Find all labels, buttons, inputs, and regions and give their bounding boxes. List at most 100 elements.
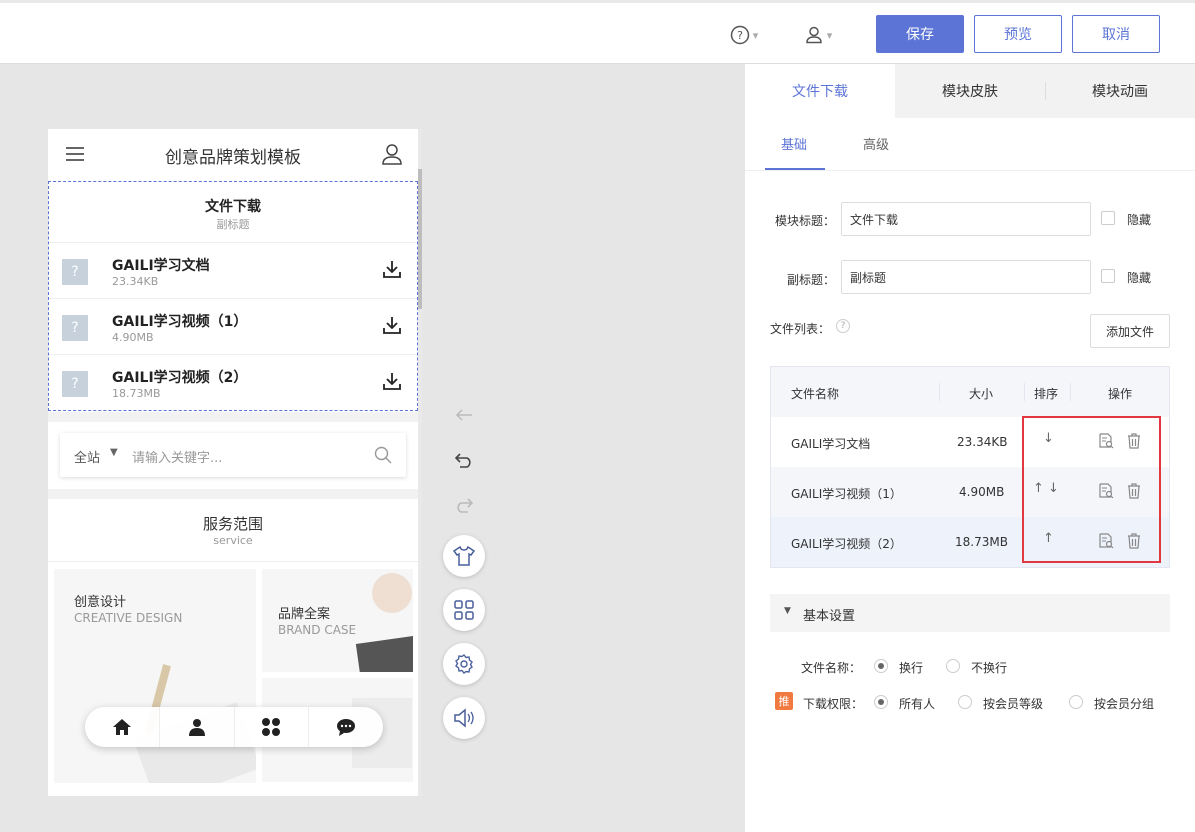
tab-module-animation[interactable]: 模块动画 xyxy=(1045,64,1195,118)
file-name-cell: GAILI学习文档 xyxy=(791,437,871,451)
file-unknown-icon: ? xyxy=(62,259,88,285)
save-button[interactable]: 保存 xyxy=(876,15,964,53)
table-header: 文件名称 大小 排序 操作 xyxy=(771,367,1169,417)
basic-settings-header[interactable]: ▼ 基本设置 xyxy=(770,594,1170,632)
add-file-button[interactable]: 添加文件 xyxy=(1090,314,1170,348)
file-size-cell: 23.34KB xyxy=(957,435,1008,449)
service-card[interactable]: 创意设计 CREATIVE DESIGN xyxy=(54,569,256,783)
column-header: 大小 xyxy=(969,387,994,401)
basic-settings-label: 基本设置 xyxy=(803,609,856,624)
download-icon[interactable] xyxy=(382,259,402,283)
hide-label: 隐藏 xyxy=(1127,271,1152,285)
file-unknown-icon: ? xyxy=(62,371,88,397)
arrow-left-icon[interactable] xyxy=(452,403,476,427)
file-item[interactable]: ? GAILI学习视频（1） 4.90MB xyxy=(49,298,417,354)
divider xyxy=(48,561,418,562)
tab-file-download[interactable]: 文件下载 xyxy=(745,64,895,118)
home-icon[interactable] xyxy=(85,707,160,747)
section-subtitle: service xyxy=(213,534,253,547)
menu-icon[interactable] xyxy=(66,146,84,167)
phone-preview: 创意品牌策划模板 文件下载 副标题 ? GAILI学习文档 23.34KB ? … xyxy=(48,129,422,796)
redo-icon[interactable] xyxy=(452,493,476,517)
column-header: 文件名称 xyxy=(791,387,840,401)
file-name-cell: GAILI学习视频（1） xyxy=(791,487,902,501)
search-input[interactable]: 请输入关键字... xyxy=(132,447,222,466)
download-icon[interactable] xyxy=(382,315,402,339)
svg-text:?: ? xyxy=(737,29,743,42)
section-title: 服务范围 xyxy=(202,515,263,533)
file-item[interactable]: ? GAILI学习文档 23.34KB xyxy=(49,242,417,298)
top-toolbar: ? ▾ ▾ 保存 预览 取消 xyxy=(0,0,1195,64)
member-level-radio[interactable] xyxy=(958,695,972,709)
hide-title-checkbox[interactable] xyxy=(1101,211,1115,225)
member-group-option-label: 按会员分组 xyxy=(1094,697,1155,711)
file-item[interactable]: ? GAILI学习视频（2） 18.73MB xyxy=(49,354,417,410)
site-title: 创意品牌策划模板 xyxy=(165,147,301,168)
speaker-icon[interactable] xyxy=(443,697,485,739)
chat-icon[interactable] xyxy=(309,707,383,747)
file-size: 18.73MB xyxy=(112,387,161,400)
scrollbar-thumb[interactable] xyxy=(418,169,422,309)
chevron-down-icon: ▼ xyxy=(110,447,118,458)
file-size: 23.34KB xyxy=(112,275,159,288)
settings-gear-icon[interactable] xyxy=(443,643,485,685)
member-level-option-label: 按会员等级 xyxy=(983,697,1044,711)
user-icon[interactable] xyxy=(382,143,402,170)
subtab-advanced[interactable]: 高级 xyxy=(863,134,889,153)
wrap-radio[interactable] xyxy=(874,659,888,673)
permission-label: 下载权限： xyxy=(803,697,864,711)
layout-grid-icon[interactable] xyxy=(443,589,485,631)
file-list-label: 文件列表： xyxy=(770,322,831,336)
service-card[interactable]: 品牌全案 BRAND CASE xyxy=(262,569,413,672)
hide-subtitle-checkbox[interactable] xyxy=(1101,269,1115,283)
divider xyxy=(1070,383,1071,401)
help-circle-icon[interactable]: ? ▾ xyxy=(726,21,762,49)
module-subtitle: 副标题 xyxy=(216,218,250,231)
file-download-module[interactable]: 文件下载 副标题 ? GAILI学习文档 23.34KB ? GAILI学习视频… xyxy=(48,181,418,411)
file-size: 4.90MB xyxy=(112,331,154,344)
everyone-radio[interactable] xyxy=(874,695,888,709)
module-title-input[interactable]: 文件下载 xyxy=(841,202,1091,236)
search-icon[interactable] xyxy=(374,446,392,468)
divider xyxy=(939,383,940,401)
card-title: 创意设计 xyxy=(74,595,127,610)
file-size-cell: 4.90MB xyxy=(959,485,1005,499)
caret-down-icon: ▼ xyxy=(784,606,791,616)
phone-header: 创意品牌策划模板 xyxy=(48,129,418,181)
help-circle-icon[interactable]: ? xyxy=(836,319,850,333)
divider xyxy=(745,170,1195,171)
skin-shirt-icon[interactable] xyxy=(443,535,485,577)
nowrap-option-label: 不换行 xyxy=(971,661,1008,675)
module-title-label: 模块标题： xyxy=(774,214,835,228)
person-icon[interactable] xyxy=(160,707,235,747)
user-icon[interactable]: ▾ xyxy=(800,21,836,49)
file-name: GAILI学习视频（1） xyxy=(112,314,248,330)
file-unknown-icon: ? xyxy=(62,315,88,341)
filename-label: 文件名称： xyxy=(801,661,862,675)
laptop-image xyxy=(355,634,413,672)
undo-icon[interactable] xyxy=(452,448,476,472)
column-header: 操作 xyxy=(1108,387,1133,401)
subtitle-input[interactable]: 副标题 xyxy=(841,260,1091,294)
card-title: 品牌全案 xyxy=(278,607,331,622)
divider xyxy=(1024,383,1025,401)
subtab-basic[interactable]: 基础 xyxy=(781,134,807,153)
search-scope[interactable]: 全站 xyxy=(74,447,100,466)
card-subtitle: CREATIVE DESIGN xyxy=(74,611,183,625)
preview-button[interactable]: 预览 xyxy=(974,15,1062,53)
download-icon[interactable] xyxy=(382,371,402,395)
member-group-radio[interactable] xyxy=(1069,695,1083,709)
nowrap-radio[interactable] xyxy=(946,659,960,673)
file-size-cell: 18.73MB xyxy=(955,535,1008,549)
sort-highlight-box xyxy=(1022,416,1161,563)
hide-label: 隐藏 xyxy=(1127,213,1152,227)
apps-icon[interactable] xyxy=(235,707,310,747)
bottom-nav xyxy=(85,707,383,747)
chevron-down-icon: ▾ xyxy=(752,28,759,42)
tab-module-skin[interactable]: 模块皮肤 xyxy=(895,64,1045,118)
chevron-down-icon: ▾ xyxy=(826,28,833,42)
recommend-badge: 推 xyxy=(775,692,793,710)
search-bar[interactable]: 全站 ▼ 请输入关键字... xyxy=(60,433,406,477)
cancel-button[interactable]: 取消 xyxy=(1072,15,1160,53)
divider xyxy=(48,489,418,499)
